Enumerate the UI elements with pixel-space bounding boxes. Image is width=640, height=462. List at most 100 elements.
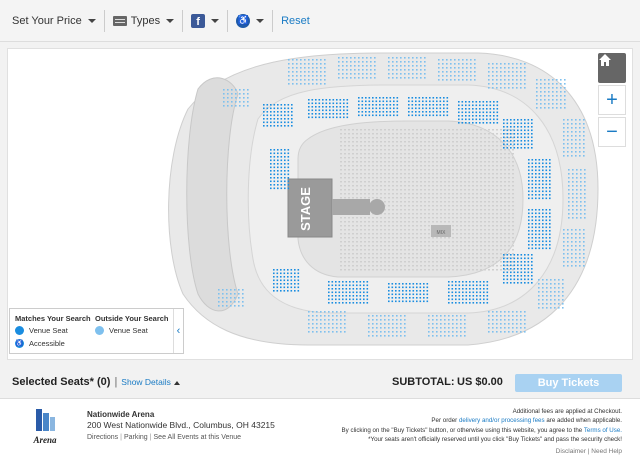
- seat[interactable]: [513, 140, 516, 142]
- seat[interactable]: [538, 176, 541, 179]
- seat[interactable]: [488, 327, 490, 329]
- seat[interactable]: [545, 162, 548, 165]
- seat[interactable]: [400, 327, 402, 329]
- seat[interactable]: [372, 331, 374, 333]
- seat[interactable]: [516, 75, 518, 77]
- seat[interactable]: [575, 265, 577, 267]
- seat[interactable]: [549, 209, 551, 211]
- seat[interactable]: [266, 111, 269, 113]
- seat[interactable]: [472, 288, 475, 290]
- seat[interactable]: [545, 169, 548, 172]
- seat[interactable]: [287, 166, 290, 169]
- seat[interactable]: [280, 173, 283, 176]
- seat[interactable]: [276, 276, 279, 278]
- seat[interactable]: [552, 87, 554, 89]
- seat[interactable]: [368, 319, 370, 321]
- seat[interactable]: [231, 105, 233, 107]
- seat[interactable]: [288, 75, 290, 77]
- seat[interactable]: [531, 237, 534, 239]
- seat[interactable]: [392, 327, 394, 329]
- seat[interactable]: [544, 83, 546, 85]
- seat[interactable]: [350, 57, 352, 59]
- seat[interactable]: [528, 233, 530, 236]
- seat[interactable]: [358, 114, 360, 117]
- seat[interactable]: [568, 185, 570, 187]
- seat[interactable]: [284, 159, 286, 162]
- seat[interactable]: [503, 129, 505, 132]
- seat[interactable]: [513, 271, 516, 274]
- seat[interactable]: [276, 286, 279, 289]
- seat[interactable]: [412, 69, 414, 71]
- seat[interactable]: [405, 297, 408, 299]
- seat[interactable]: [516, 331, 518, 333]
- seat[interactable]: [402, 290, 404, 292]
- seat[interactable]: [575, 257, 577, 259]
- seat[interactable]: [549, 219, 551, 222]
- seat[interactable]: [366, 295, 369, 297]
- seat[interactable]: [584, 205, 586, 207]
- seat[interactable]: [362, 61, 364, 63]
- seat[interactable]: [531, 140, 533, 142]
- seat[interactable]: [375, 114, 378, 117]
- seat[interactable]: [542, 303, 544, 305]
- seat[interactable]: [328, 288, 330, 290]
- seat[interactable]: [531, 212, 534, 215]
- seat[interactable]: [415, 100, 417, 103]
- seat[interactable]: [222, 301, 224, 303]
- seat[interactable]: [388, 315, 390, 317]
- seat[interactable]: [524, 122, 526, 125]
- seat[interactable]: [408, 107, 410, 110]
- seat[interactable]: [270, 125, 272, 127]
- seat[interactable]: [391, 297, 394, 299]
- seat[interactable]: [291, 104, 293, 106]
- seat[interactable]: [456, 315, 458, 317]
- seat[interactable]: [531, 176, 534, 179]
- seat[interactable]: [510, 268, 512, 270]
- seat[interactable]: [386, 111, 388, 113]
- seat[interactable]: [332, 315, 334, 317]
- seat[interactable]: [372, 335, 374, 337]
- seat[interactable]: [579, 123, 581, 125]
- seat[interactable]: [527, 254, 530, 256]
- seat[interactable]: [287, 149, 290, 151]
- seat[interactable]: [312, 63, 314, 65]
- seat[interactable]: [531, 282, 533, 284]
- seat[interactable]: [504, 75, 506, 77]
- seat[interactable]: [243, 101, 245, 103]
- seat[interactable]: [571, 147, 573, 149]
- seat[interactable]: [287, 114, 290, 117]
- seat[interactable]: [545, 219, 548, 222]
- seat[interactable]: [575, 237, 577, 239]
- seat[interactable]: [506, 140, 509, 142]
- seat[interactable]: [475, 101, 478, 103]
- seat[interactable]: [292, 67, 294, 69]
- seat[interactable]: [424, 61, 426, 63]
- seat[interactable]: [395, 293, 397, 296]
- seat[interactable]: [443, 97, 445, 99]
- seat[interactable]: [558, 279, 560, 281]
- seat[interactable]: [520, 264, 523, 267]
- seat[interactable]: [393, 100, 395, 103]
- seat[interactable]: [531, 264, 533, 267]
- seat[interactable]: [455, 298, 457, 301]
- seat[interactable]: [428, 323, 430, 325]
- seat[interactable]: [542, 307, 544, 309]
- seat[interactable]: [576, 169, 578, 171]
- seat[interactable]: [563, 151, 565, 153]
- seat[interactable]: [496, 75, 498, 77]
- seat[interactable]: [556, 91, 558, 93]
- seat[interactable]: [332, 106, 335, 108]
- seat[interactable]: [546, 291, 548, 293]
- seat[interactable]: [422, 104, 424, 106]
- seat[interactable]: [332, 116, 335, 119]
- seat[interactable]: [482, 101, 485, 103]
- seat[interactable]: [396, 57, 398, 59]
- seat[interactable]: [520, 67, 522, 69]
- legend-collapse-button[interactable]: ‹: [173, 309, 183, 353]
- seat[interactable]: [546, 303, 548, 305]
- seat[interactable]: [312, 79, 314, 81]
- seat[interactable]: [458, 104, 460, 107]
- seat[interactable]: [538, 219, 541, 222]
- seat[interactable]: [422, 100, 424, 103]
- seat[interactable]: [531, 180, 534, 182]
